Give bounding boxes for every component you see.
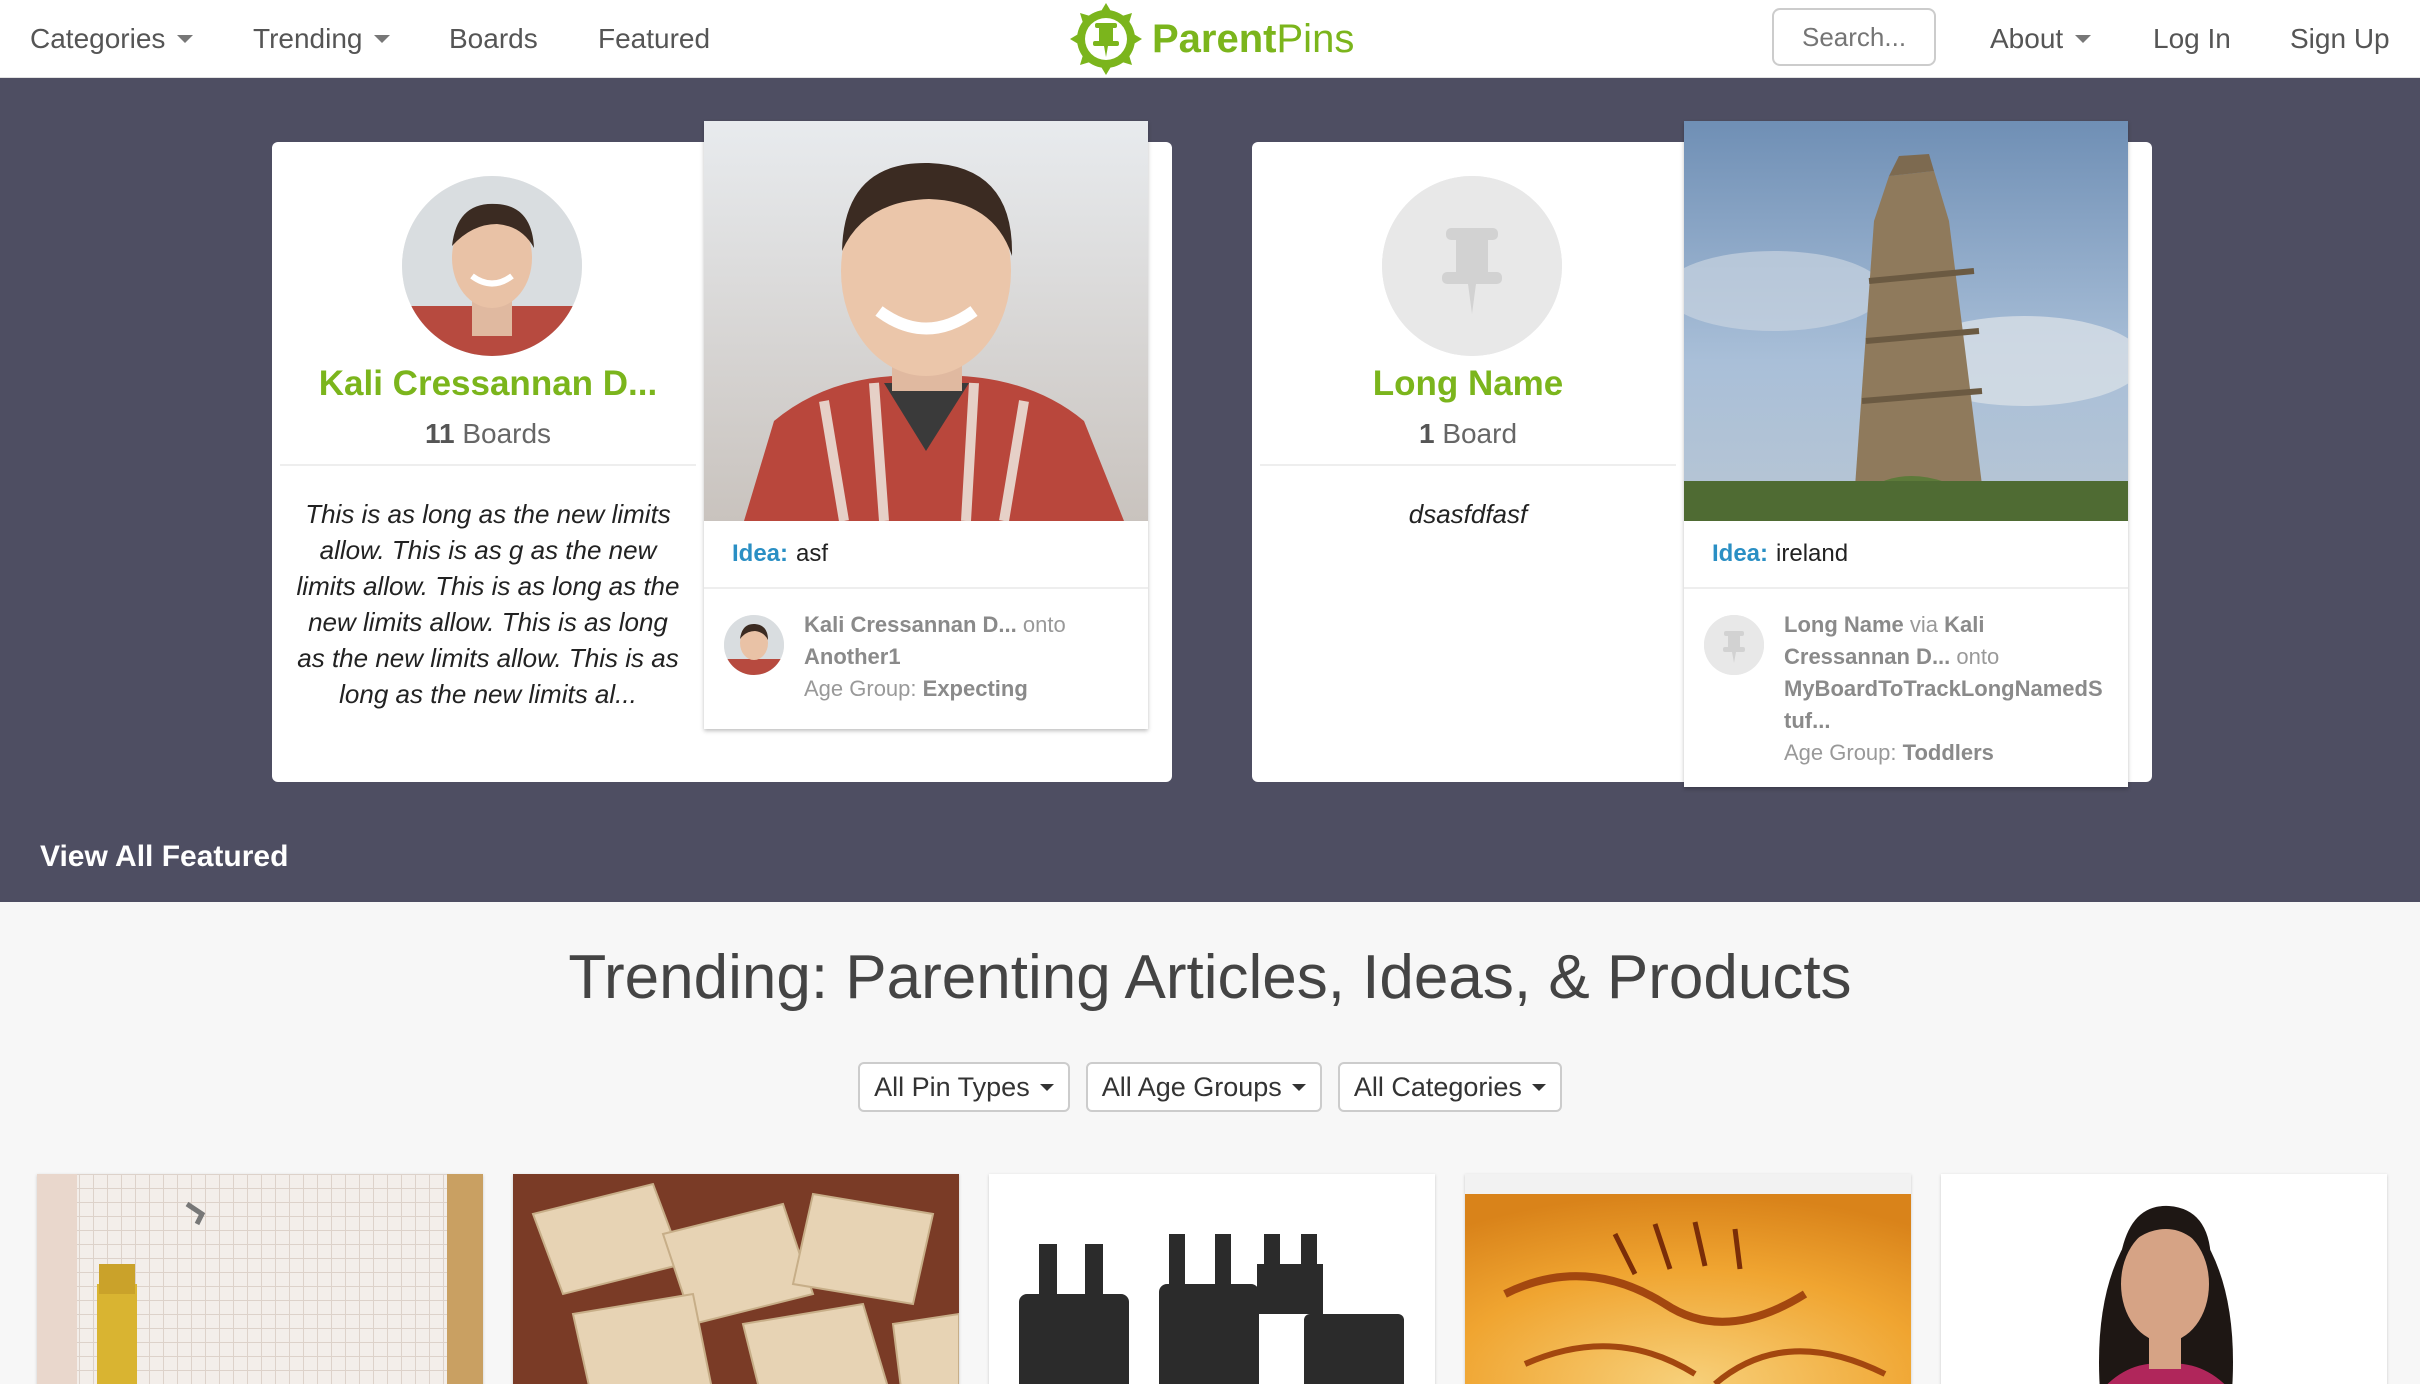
nav-featured-link[interactable]: Featured [598,0,710,78]
nav-boards-link[interactable]: Boards [449,0,538,78]
profile-description: dsasfdfasf [1408,499,1528,529]
brand-name: ParentPins [1152,16,1355,61]
profile-name[interactable]: Long Name [1252,364,1684,404]
pinner-link[interactable]: Long Name [1784,612,1904,637]
caret-down-icon [374,35,391,43]
caret-down-icon [177,35,194,43]
pin-idea: Idea: ireland [1684,521,2128,589]
featured-pin[interactable]: Idea: asf Kali Cressannan D... onto Anot… [704,121,1148,729]
category-filter[interactable]: All Categories [1337,1062,1562,1112]
board-count: 11 Boards [424,418,552,449]
pin-idea: Idea: asf [704,521,1148,589]
trending-pin-tile[interactable] [513,1174,959,1384]
pin-image [513,1174,959,1384]
age-group-link[interactable]: Toddlers [1903,740,1994,765]
nav-trending-dropdown[interactable]: Trending [253,0,391,78]
board-count: 1 Board [1418,418,1518,449]
view-all-featured-link[interactable]: View All Featured [40,840,288,874]
profile-description: This is as long as the new limits allow.… [296,499,680,709]
trending-pin-tile[interactable] [37,1174,483,1384]
pushpin-badge-icon [1070,3,1142,75]
nav-categories-dropdown[interactable]: Categories [30,0,194,78]
pin-meta-line: tuf... [1784,705,2108,737]
pushpin-placeholder-icon [1704,615,1764,675]
pin-image [37,1174,483,1384]
nav-about-label: About [1990,23,2064,54]
pin-meta-line: Age Group: Toddlers [1784,740,1994,765]
featured-section: Kali Cressannan D... 11 Boards This is a… [0,78,2420,902]
pin-meta: Kali Cressannan D... onto Another1 Age G… [704,589,1148,729]
pin-image[interactable] [704,121,1148,521]
caret-down-icon [1039,1083,1054,1091]
nav-trending-label: Trending [253,23,363,54]
default-avatar[interactable] [1382,176,1562,356]
nav-about-dropdown[interactable]: About [1990,0,2092,78]
pin-meta: Long Name via Kali Cressannan D... onto … [1684,589,2128,787]
pin-image[interactable] [1684,121,2128,521]
search-input[interactable] [1772,8,1936,66]
profile-summary[interactable]: Kali Cressannan D... 11 Boards This is a… [272,142,704,782]
caret-down-icon [1291,1083,1306,1091]
profile-name[interactable]: Kali Cressannan D... [272,364,704,404]
user-avatar[interactable] [402,176,582,356]
pin-meta-line: Kali Cressannan D... onto [804,612,1066,637]
trending-pin-tile[interactable] [1941,1174,2387,1384]
top-navbar: Categories Trending Boards Featured Pare… [0,0,2420,78]
via-user-link[interactable]: Cressannan D... [1784,644,1950,669]
trending-pin-tile[interactable] [989,1174,1435,1384]
pin-image [989,1174,1435,1384]
pin-type-filter[interactable]: All Pin Types [858,1062,1070,1112]
pinner-link[interactable]: Kali Cressannan D... [804,612,1017,637]
pin-meta-line: Another1 [804,641,1128,673]
featured-card: Long Name 1 Board dsasfdfasf Idea: irela… [1252,121,2152,787]
caret-down-icon [2075,35,2092,43]
pushpin-placeholder-icon [1382,176,1562,356]
via-user-link[interactable]: Kali [1944,612,1984,637]
age-group-link[interactable]: Expecting [923,676,1028,701]
pin-meta-line: Age Group: Expecting [804,676,1028,701]
trending-filters: All Pin Types All Age Groups All Categor… [0,1062,2420,1112]
pin-meta-line: Long Name via Kali [1784,612,1985,637]
divider [280,464,696,466]
nav-login-link[interactable]: Log In [2153,0,2231,78]
pin-meta-line: MyBoardToTrackLongNamedS [1784,673,2108,705]
default-avatar[interactable] [1704,615,1764,675]
board-link[interactable]: tuf... [1784,708,1830,733]
pin-image [1465,1174,1911,1384]
featured-card: Kali Cressannan D... 11 Boards This is a… [272,121,1172,782]
age-group-filter[interactable]: All Age Groups [1085,1062,1322,1112]
caret-down-icon [1531,1083,1546,1091]
pin-meta-line: Cressannan D... onto [1784,644,2000,669]
nav-signup-link[interactable]: Sign Up [2290,0,2390,78]
featured-pin[interactable]: Idea: ireland Long Name via Kali Cressan… [1684,121,2128,787]
divider [1260,464,1676,466]
pin-image [1941,1174,2387,1384]
brand-logo-link[interactable]: ParentPins [1068,0,1354,78]
nav-categories-label: Categories [30,23,166,54]
profile-summary[interactable]: Long Name 1 Board dsasfdfasf [1252,142,1684,782]
trending-heading: Trending: Parenting Articles, Ideas, & P… [568,943,1852,1012]
board-link[interactable]: MyBoardToTrackLongNamedS [1784,676,2103,701]
board-link[interactable]: Another1 [804,644,901,669]
pinner-avatar[interactable] [724,615,784,675]
trending-pin-tile[interactable] [1465,1174,1911,1384]
